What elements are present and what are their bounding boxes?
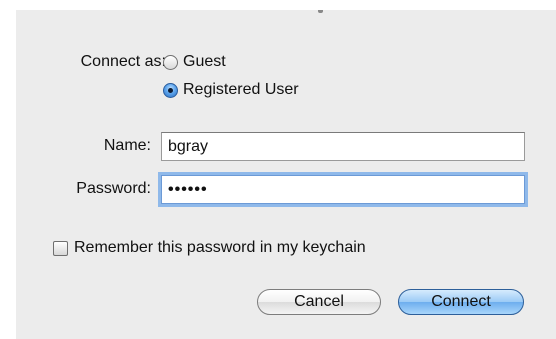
connect-dialog: Connect as: Guest Registered User Name: … — [16, 10, 556, 339]
radio-registered-user[interactable]: Registered User — [163, 80, 299, 100]
remember-password-checkbox[interactable] — [53, 240, 68, 256]
radio-guest-button[interactable] — [163, 54, 178, 70]
name-field[interactable]: bgray — [161, 132, 525, 161]
name-label: Name: — [103, 137, 151, 154]
connect-as-label: Connect as: — [80, 53, 166, 70]
radio-registered-user-label: Registered User — [183, 81, 299, 98]
radio-registered-user-button[interactable] — [163, 82, 178, 98]
radio-guest[interactable]: Guest — [163, 52, 226, 72]
password-field[interactable]: •••••• — [161, 175, 525, 204]
radio-guest-label: Guest — [183, 53, 226, 70]
connect-button[interactable]: Connect — [398, 289, 524, 315]
remember-password-label: Remember this password in my keychain — [74, 239, 366, 256]
remember-password-checkbox-row[interactable]: Remember this password in my keychain — [53, 238, 366, 258]
password-label: Password: — [76, 180, 151, 197]
title-remnant — [318, 10, 323, 13]
cancel-button[interactable]: Cancel — [257, 289, 381, 315]
